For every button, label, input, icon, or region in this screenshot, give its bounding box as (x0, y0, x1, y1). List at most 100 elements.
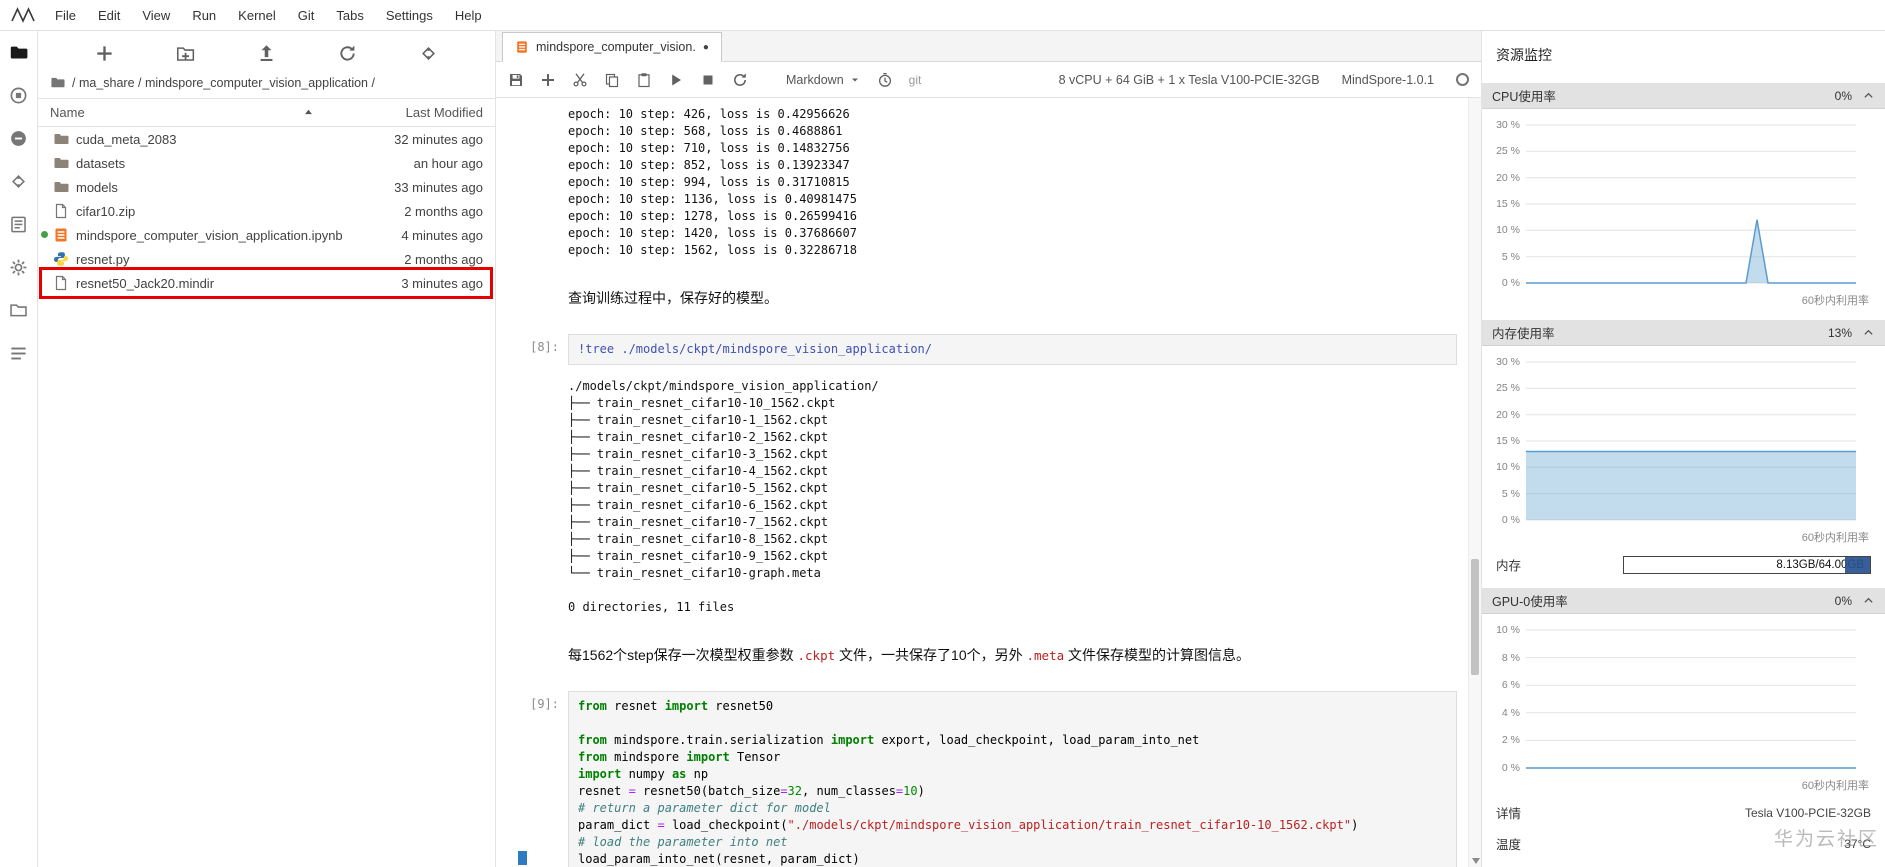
breadcrumb-path[interactable]: / ma_share / mindspore_computer_vision_a… (72, 76, 375, 90)
notebook-icon (53, 227, 69, 243)
file-row[interactable]: models 33 minutes ago (38, 175, 495, 199)
chevron-up-icon[interactable] (1862, 326, 1875, 339)
sidebar-commands-icon[interactable] (9, 129, 28, 148)
add-cell-button[interactable] (540, 72, 556, 88)
code-line[interactable]: resnet = resnet50(batch_size=32, num_cla… (578, 783, 1447, 800)
menu-edit[interactable]: Edit (87, 8, 131, 23)
menu-settings[interactable]: Settings (375, 8, 444, 23)
sidebar-notebook-tools-icon[interactable] (9, 215, 28, 234)
file-row[interactable]: datasets an hour ago (38, 151, 495, 175)
new-launcher-button[interactable] (95, 44, 114, 63)
chart-caption: 60秒内利用率 (1801, 295, 1869, 307)
notebook-tab[interactable]: mindspore_computer_vision. ● (502, 32, 722, 62)
restart-button[interactable] (732, 72, 748, 88)
output-line: ├── train_resnet_cifar10-10_1562.ckpt (568, 396, 836, 410)
file-row[interactable]: resnet.py 2 months ago (38, 247, 495, 271)
code-line[interactable]: import numpy as np (578, 766, 1447, 783)
code-line[interactable]: load_param_into_net(resnet, param_dict) (578, 851, 1447, 867)
chevron-up-icon[interactable] (1862, 594, 1875, 607)
menu-view[interactable]: View (131, 8, 181, 23)
file-icon (53, 203, 69, 219)
y-axis-tick-label: 2 % (1501, 734, 1520, 747)
resource-section-title: 内存使用率 (1492, 327, 1555, 341)
menu-run[interactable]: Run (181, 8, 227, 23)
chevron-up-icon[interactable] (1862, 89, 1875, 102)
scroll-down-arrow-icon[interactable] (1472, 858, 1480, 864)
column-header-modified[interactable]: Last Modified (343, 105, 483, 120)
code-line[interactable]: from resnet import resnet50 (578, 698, 1447, 715)
sidebar-git-icon[interactable] (9, 172, 28, 191)
file-modified: 33 minutes ago (394, 179, 483, 195)
new-folder-button[interactable] (176, 44, 195, 63)
sidebar-running-sessions-icon[interactable] (9, 86, 28, 105)
upload-button[interactable] (257, 44, 276, 63)
menu-git[interactable]: Git (287, 8, 326, 23)
sidebar-settings-icon[interactable] (9, 258, 28, 277)
kernel-name[interactable]: MindSpore-1.0.1 (1342, 73, 1434, 87)
menu-tabs[interactable]: Tabs (325, 8, 374, 23)
run-button[interactable] (668, 72, 684, 88)
file-row[interactable]: mindspore_computer_vision_application.ip… (38, 223, 495, 247)
sidebar-table-of-contents-icon[interactable] (9, 344, 28, 363)
folder-icon (53, 155, 69, 171)
output-line: epoch: 10 step: 568, loss is 0.4688861 (568, 124, 843, 138)
code-line[interactable] (578, 715, 1447, 732)
code-editor[interactable]: !tree ./models/ckpt/mindspore_vision_app… (568, 334, 1457, 365)
sidebar-file-browser-icon[interactable] (9, 43, 28, 62)
file-row[interactable]: cuda_meta_2083 32 minutes ago (38, 127, 495, 151)
cell-prompt (502, 378, 568, 616)
paste-button[interactable] (636, 72, 652, 88)
output-line: ├── train_resnet_cifar10-8_1562.ckpt (568, 532, 829, 546)
scrollbar-thumb[interactable] (1471, 559, 1479, 675)
sort-ascending-icon (302, 106, 315, 119)
output-line: 0 directories, 11 files (568, 600, 735, 614)
resource-detail-row: 详情 Tesla V100-PCIE-32GB (1482, 799, 1885, 830)
sidebar-open-folders-icon[interactable] (9, 301, 28, 320)
file-name: mindspore_computer_vision_application.ip… (76, 227, 343, 243)
chart-caption: 60秒内利用率 (1801, 780, 1869, 792)
execution-time-button[interactable] (877, 72, 893, 88)
cell-body[interactable]: from resnet import resnet50 from mindspo… (568, 691, 1457, 867)
notebook-scrollbar[interactable] (1468, 98, 1481, 867)
output-line: epoch: 10 step: 1278, loss is 0.26599416 (568, 209, 857, 223)
file-browser-panel: / ma_share / mindspore_computer_vision_a… (38, 31, 496, 867)
cut-button[interactable] (572, 72, 588, 88)
copy-button[interactable] (604, 72, 620, 88)
code-line[interactable]: !tree ./models/ckpt/mindspore_vision_app… (578, 341, 1447, 358)
detail-label: 内存 (1496, 559, 1522, 573)
cell-type-dropdown[interactable]: Markdown (786, 73, 861, 87)
code-line[interactable]: param_dict = load_checkpoint("./models/c… (578, 817, 1447, 834)
y-axis-tick-label: 6 % (1501, 679, 1520, 692)
resource-section-header[interactable]: 内存使用率 13% (1482, 320, 1885, 346)
file-modified: an hour ago (413, 155, 483, 171)
file-modified: 3 minutes ago (401, 275, 483, 291)
resource-current-value: 0% (1834, 88, 1852, 103)
resource-section-header[interactable]: GPU-0使用率 0% (1482, 588, 1885, 614)
code-line[interactable]: # load the parameter into net (578, 834, 1447, 851)
cell-body[interactable]: !tree ./models/ckpt/mindspore_vision_app… (568, 334, 1457, 365)
file-modified: 4 minutes ago (401, 227, 483, 243)
resource-section-header[interactable]: CPU使用率 0% (1482, 83, 1885, 109)
menu-kernel[interactable]: Kernel (227, 8, 287, 23)
resource-section: CPU使用率 0% 30 % 25 % 20 % 15 % 10 % 5 % 0 % 60秒内利用… (1482, 83, 1885, 314)
menu-file[interactable]: File (44, 8, 87, 23)
cell-collapser[interactable] (518, 851, 527, 865)
code-line[interactable]: # return a parameter dict for model (578, 800, 1447, 817)
unsaved-changes-indicator[interactable]: ● (703, 42, 709, 53)
code-line[interactable]: from mindspore import Tensor (578, 749, 1447, 766)
column-header-name[interactable]: Name (50, 105, 343, 120)
markdown-text: 查询训练过程中，保存好的模型。 (568, 290, 778, 306)
git-clone-button[interactable] (419, 44, 438, 63)
refresh-button[interactable] (338, 44, 357, 63)
code-line[interactable]: from mindspore.train.serialization impor… (578, 732, 1447, 749)
git-toolbar-label[interactable]: git (909, 73, 922, 87)
file-row[interactable]: resnet50_Jack20.mindir 3 minutes ago (38, 267, 495, 299)
file-list: cuda_meta_2083 32 minutes ago datasets an h… (38, 127, 495, 299)
save-button[interactable] (508, 72, 524, 88)
file-row[interactable]: cifar10.zip 2 months ago (38, 199, 495, 223)
kernel-status-icon[interactable] (1456, 73, 1469, 86)
menu-help[interactable]: Help (444, 8, 493, 23)
breadcrumb[interactable]: / ma_share / mindspore_computer_vision_a… (38, 75, 495, 98)
stop-button[interactable] (700, 72, 716, 88)
code-editor[interactable]: from resnet import resnet50 from mindspo… (568, 691, 1457, 867)
